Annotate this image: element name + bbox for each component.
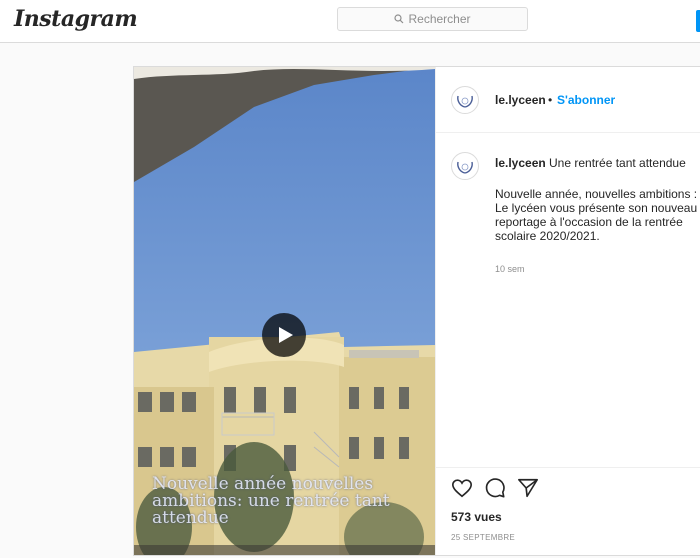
share-icon[interactable] [517,477,539,499]
caption-timestamp[interactable]: 10 sem [495,264,525,274]
instagram-logo[interactable]: Instagram [14,6,138,32]
video-player[interactable]: Nouvelle année nouvelles ambitions: une … [134,67,435,555]
post-actions: 573 vues 25 SEPTEMBRE [436,467,700,558]
video-overlay-text: Nouvelle année nouvelles ambitions: une … [152,474,390,528]
search-input[interactable]: Rechercher [337,7,528,31]
laurel-logo-icon [457,95,473,108]
caption-text: Nouvelle année, nouvelles ambitions : Le… [495,187,698,243]
author-avatar[interactable] [451,86,479,114]
comment-icon[interactable] [484,477,506,499]
caption-avatar[interactable] [451,152,479,180]
post-header: le.lyceen • S'abonner [436,67,700,133]
heart-icon[interactable] [451,477,473,499]
search-placeholder: Rechercher [408,12,471,26]
play-icon [278,327,293,343]
laurel-logo-icon [457,161,473,174]
post-card: Nouvelle année nouvelles ambitions: une … [133,66,700,556]
post-date[interactable]: 25 SEPTEMBRE [451,533,515,542]
top-navigation-bar: Instagram Rechercher [0,0,700,43]
nav-button-edge[interactable] [696,10,700,32]
view-count[interactable]: 573 vues [451,510,502,524]
author-username[interactable]: le.lyceen [495,93,546,107]
caption-title: Une rentrée tant attendue [549,156,686,170]
play-button[interactable] [262,313,306,357]
post-sidebar: le.lyceen • S'abonner le.lyceen Une rent… [435,67,700,555]
search-icon [394,14,404,24]
separator-dot: • [548,93,553,107]
follow-button[interactable]: S'abonner [557,93,615,107]
caption-username[interactable]: le.lyceen [495,156,546,170]
